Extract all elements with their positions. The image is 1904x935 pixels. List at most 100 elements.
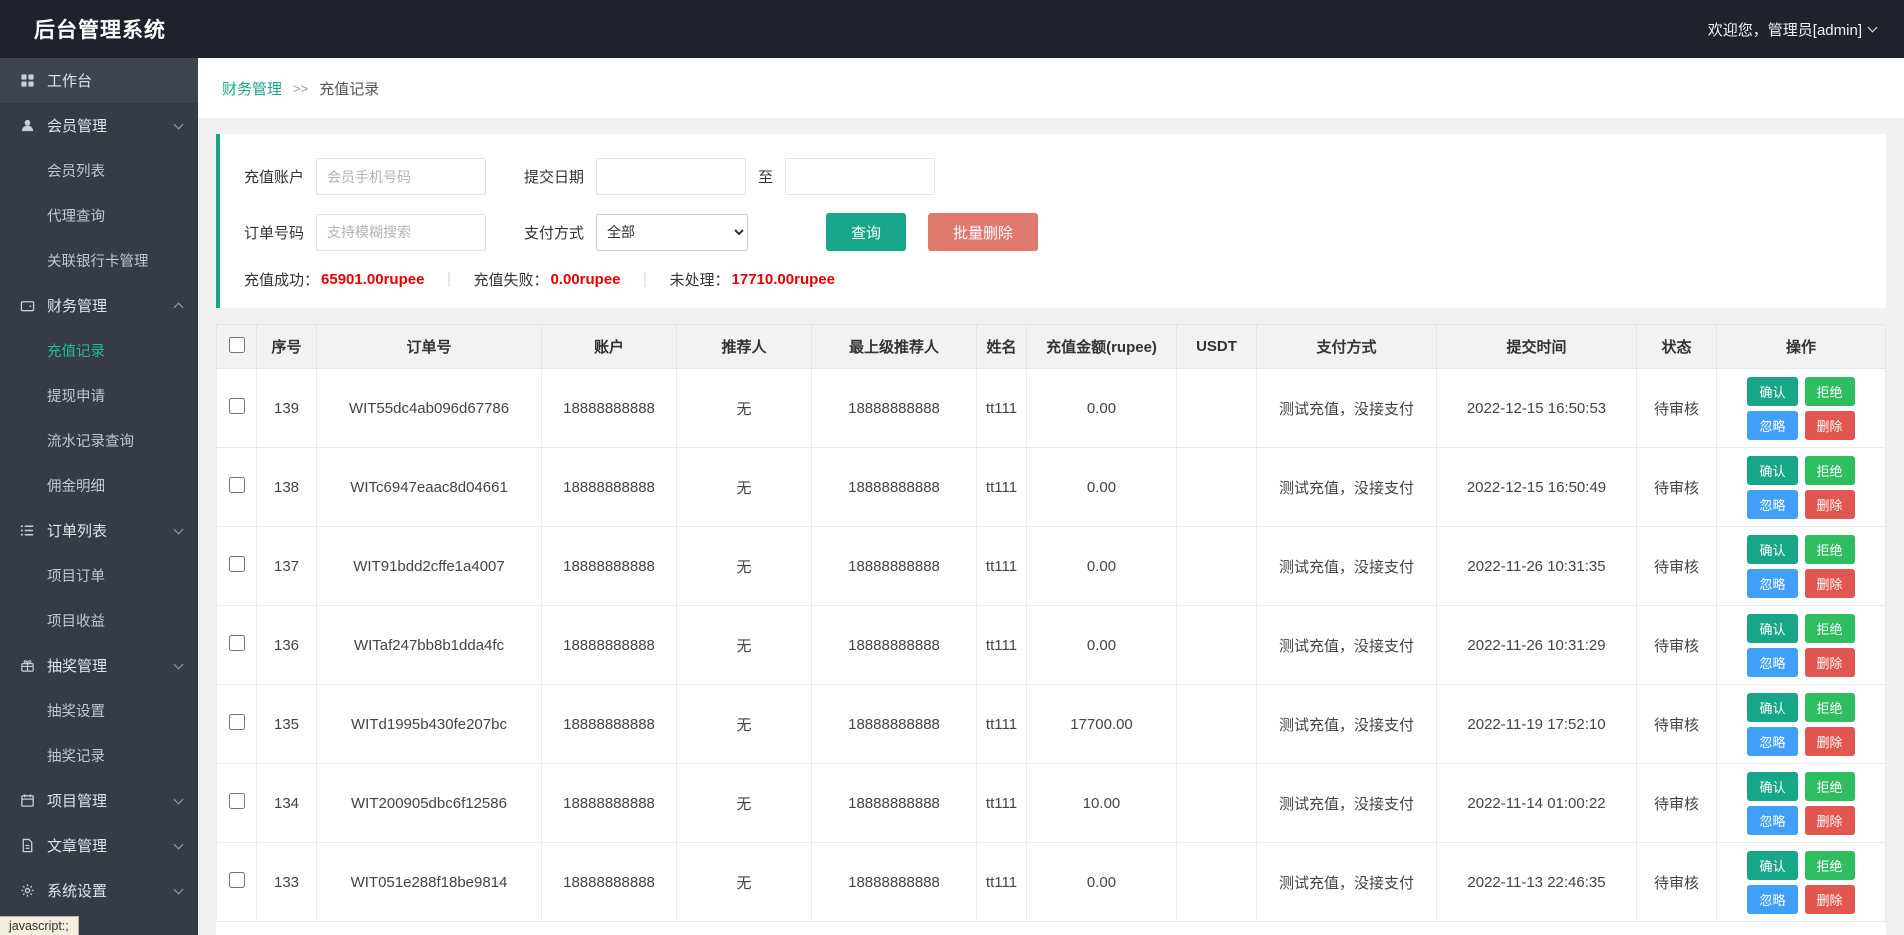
gear-icon (20, 883, 36, 899)
row-checkbox[interactable] (229, 635, 245, 651)
content: 充值账户 提交日期 至 订单号码 (198, 134, 1904, 935)
row-checkbox[interactable] (229, 398, 245, 414)
sidebar-item-projects[interactable]: 项目管理 (0, 778, 198, 823)
query-button[interactable]: 查询 (826, 213, 906, 251)
reject-button[interactable]: 拒绝 (1805, 851, 1855, 880)
sidebar-item-articles[interactable]: 文章管理 (0, 823, 198, 868)
cell-top-referrer: 18888888888 (812, 685, 977, 764)
delete-button[interactable]: 删除 (1805, 411, 1855, 440)
row-checkbox[interactable] (229, 793, 245, 809)
breadcrumb-parent-link[interactable]: 财务管理 (222, 78, 282, 99)
grid-icon (20, 73, 36, 89)
ignore-button[interactable]: 忽略 (1747, 411, 1797, 440)
sidebar-item-members[interactable]: 会员管理 (0, 103, 198, 148)
sidebar-subitem[interactable]: 提现申请 (0, 373, 198, 418)
confirm-button[interactable]: 确认 (1747, 614, 1797, 643)
sidebar-item-label: 财务管理 (47, 295, 175, 316)
cell-referrer: 无 (677, 843, 812, 922)
row-actions: 确认拒绝忽略删除 (1741, 614, 1861, 677)
confirm-button[interactable]: 确认 (1747, 851, 1797, 880)
date-to-input[interactable] (785, 158, 935, 195)
breadcrumb-separator: >> (293, 81, 308, 96)
user-menu[interactable]: 欢迎您，管理员[admin] (1708, 19, 1876, 40)
status-badge: 待审核 (1637, 685, 1717, 764)
row-checkbox[interactable] (229, 872, 245, 888)
sidebar-subitem[interactable]: 抽奖设置 (0, 688, 198, 733)
cell-time: 2022-11-26 10:31:35 (1437, 527, 1637, 606)
account-input[interactable] (316, 158, 486, 195)
sidebar-subitem[interactable]: 会员列表 (0, 148, 198, 193)
reject-button[interactable]: 拒绝 (1805, 772, 1855, 801)
pay-method-select[interactable]: 全部 (596, 214, 748, 251)
confirm-button[interactable]: 确认 (1747, 377, 1797, 406)
breadcrumb-current: 充值记录 (319, 78, 379, 99)
sidebar-subitem[interactable]: 关联银行卡管理 (0, 238, 198, 283)
sidebar-subitem[interactable]: 佣金明细 (0, 463, 198, 508)
delete-button[interactable]: 删除 (1805, 648, 1855, 677)
sidebar-subitem-label: 充值记录 (47, 340, 105, 361)
delete-button[interactable]: 删除 (1805, 806, 1855, 835)
ignore-button[interactable]: 忽略 (1747, 727, 1797, 756)
sidebar-item-system[interactable]: 系统设置 (0, 868, 198, 913)
row-checkbox[interactable] (229, 714, 245, 730)
reject-button[interactable]: 拒绝 (1805, 693, 1855, 722)
doc-icon (20, 838, 36, 854)
sidebar-subitem[interactable]: 抽奖记录 (0, 733, 198, 778)
cell-pay-method: 测试充值，没接支付 (1257, 527, 1437, 606)
sidebar-item-workbench[interactable]: 工作台 (0, 58, 198, 103)
pending-label: 未处理： (670, 269, 730, 290)
sidebar-subitem-label: 关联银行卡管理 (47, 250, 149, 271)
select-all-checkbox[interactable] (229, 337, 245, 353)
column-header: 提交时间 (1437, 325, 1637, 369)
sidebar-subitem[interactable]: 项目收益 (0, 598, 198, 643)
calendar-icon (20, 793, 36, 809)
reject-button[interactable]: 拒绝 (1805, 377, 1855, 406)
app-title: 后台管理系统 (34, 14, 166, 44)
cell-usdt (1177, 764, 1257, 843)
sidebar-subitem[interactable]: 充值记录 (0, 328, 198, 373)
sidebar-item-lottery[interactable]: 抽奖管理 (0, 643, 198, 688)
chevron-down-icon (174, 119, 184, 129)
cell-referrer: 无 (677, 764, 812, 843)
row-checkbox[interactable] (229, 477, 245, 493)
cell-name: tt111 (977, 843, 1027, 922)
order-input[interactable] (316, 214, 486, 251)
reject-button[interactable]: 拒绝 (1805, 456, 1855, 485)
confirm-button[interactable]: 确认 (1747, 456, 1797, 485)
row-checkbox[interactable] (229, 556, 245, 572)
ignore-button[interactable]: 忽略 (1747, 569, 1797, 598)
cell-order-no: WIT91bdd2cffe1a4007 (317, 527, 542, 606)
cell-time: 2022-11-13 22:46:35 (1437, 843, 1637, 922)
sidebar-subitem[interactable]: 代理查询 (0, 193, 198, 238)
delete-button[interactable]: 删除 (1805, 885, 1855, 914)
sidebar-subitem[interactable]: 流水记录查询 (0, 418, 198, 463)
sidebar-item-orders[interactable]: 订单列表 (0, 508, 198, 553)
delete-button[interactable]: 删除 (1805, 727, 1855, 756)
reject-button[interactable]: 拒绝 (1805, 535, 1855, 564)
cell-account: 18888888888 (542, 527, 677, 606)
delete-button[interactable]: 删除 (1805, 569, 1855, 598)
delete-button[interactable]: 删除 (1805, 490, 1855, 519)
ignore-button[interactable]: 忽略 (1747, 806, 1797, 835)
confirm-button[interactable]: 确认 (1747, 772, 1797, 801)
confirm-button[interactable]: 确认 (1747, 693, 1797, 722)
ignore-button[interactable]: 忽略 (1747, 490, 1797, 519)
date-from-input[interactable] (596, 158, 746, 195)
cell-seq: 134 (257, 764, 317, 843)
ignore-button[interactable]: 忽略 (1747, 885, 1797, 914)
batch-delete-button[interactable]: 批量删除 (928, 213, 1038, 251)
cell-seq: 135 (257, 685, 317, 764)
sidebar-subitem[interactable]: 项目订单 (0, 553, 198, 598)
sidebar-subitem-label: 会员列表 (47, 160, 105, 181)
ignore-button[interactable]: 忽略 (1747, 648, 1797, 677)
summary-separator: ｜ (441, 269, 456, 290)
reject-button[interactable]: 拒绝 (1805, 614, 1855, 643)
confirm-button[interactable]: 确认 (1747, 535, 1797, 564)
sidebar-item-finance[interactable]: 财务管理 (0, 283, 198, 328)
column-header: 订单号 (317, 325, 542, 369)
row-actions: 确认拒绝忽略删除 (1741, 535, 1861, 598)
column-header: 推荐人 (677, 325, 812, 369)
cell-seq: 139 (257, 369, 317, 448)
chevron-up-icon (174, 303, 184, 313)
sidebar-item-label: 系统设置 (47, 880, 175, 901)
